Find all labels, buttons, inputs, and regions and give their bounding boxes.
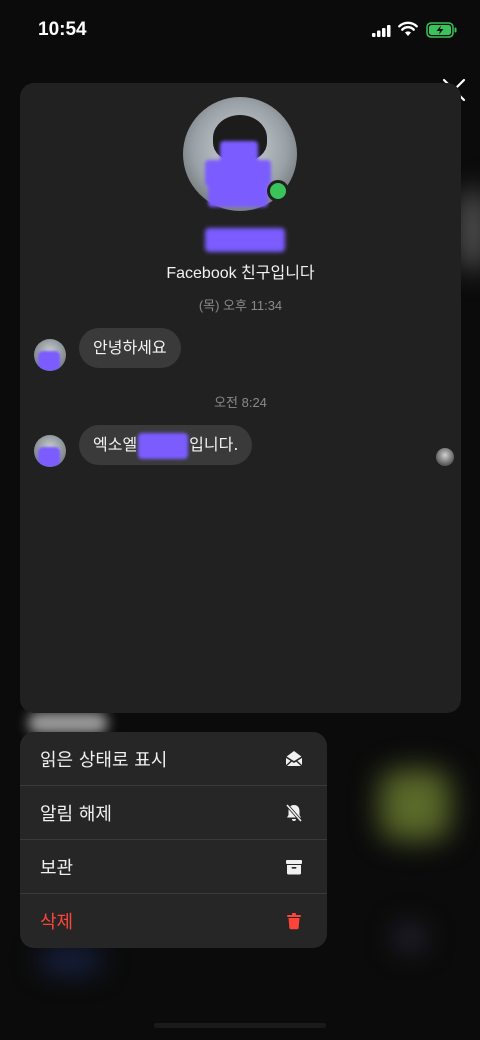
- redaction-mark: [208, 181, 268, 207]
- redacted-word: [138, 432, 189, 459]
- message-timestamp: 오전 8:24: [214, 395, 267, 410]
- message-bubble[interactable]: 엑소엘 입니다.: [79, 425, 253, 465]
- battery-charging-icon: [426, 22, 457, 38]
- menu-item-label: 알림 해제: [40, 803, 112, 825]
- message-text: 안녕하세요: [93, 338, 167, 357]
- message-text-suffix: 입니다.: [189, 435, 239, 454]
- friend-status-note: Facebook 친구입니다: [166, 265, 315, 282]
- menu-item-label: 보관: [40, 857, 74, 879]
- bell-slash-icon: [283, 802, 305, 824]
- menu-item-label: 삭제: [40, 912, 74, 933]
- menu-item-label: 읽은 상태로 표시: [40, 749, 168, 771]
- mark-as-read-menu-item[interactable]: 읽은 상태로 표시: [20, 732, 327, 786]
- message-timestamp: (목) 오후 11:34: [198, 298, 283, 313]
- envelope-open-icon: [283, 748, 305, 770]
- delete-menu-item[interactable]: 삭제: [20, 894, 327, 948]
- home-indicator: [154, 1023, 326, 1028]
- message-bubble[interactable]: 안녕하세요: [79, 328, 181, 368]
- sender-avatar: [34, 339, 66, 371]
- cellular-signal-icon: [372, 25, 391, 37]
- sender-avatar: [34, 435, 66, 467]
- status-bar: 10:54: [0, 0, 480, 60]
- wifi-icon: [398, 21, 418, 36]
- trash-icon: [283, 910, 305, 932]
- message-text-prefix: 엑소엘: [93, 435, 138, 454]
- redacted-name: [205, 228, 285, 252]
- conversation-preview-card[interactable]: Facebook 친구입니다 (목) 오후 11:34 안녕하세요 오전 8:2…: [20, 83, 461, 713]
- mute-notifications-menu-item[interactable]: 알림 해제: [20, 786, 327, 840]
- status-time: 10:54: [38, 19, 87, 40]
- context-menu: 읽은 상태로 표시 알림 해제 보관 삭제: [20, 732, 327, 948]
- read-receipt-avatar: [436, 448, 454, 466]
- archive-menu-item[interactable]: 보관: [20, 840, 327, 894]
- online-status-indicator: [267, 180, 289, 202]
- archive-box-icon: [283, 856, 305, 878]
